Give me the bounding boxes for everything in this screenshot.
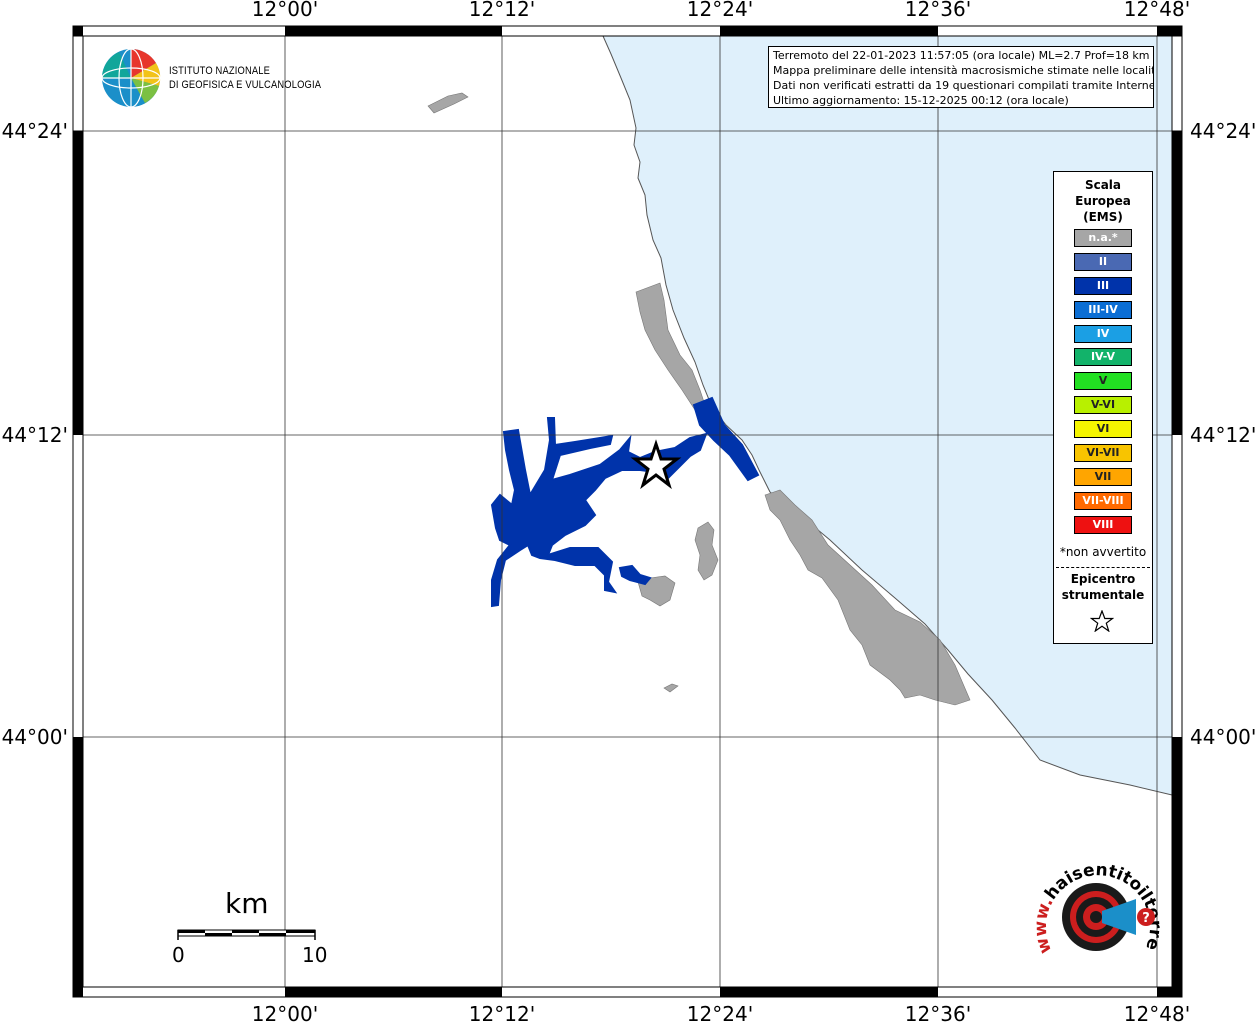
lon-tick: 12°12' — [469, 0, 535, 21]
legend-item: III — [1074, 276, 1132, 295]
lon-tick: 12°00' — [252, 1002, 318, 1024]
legend-item: II — [1074, 252, 1132, 271]
legend-epi-line2: strumentale — [1061, 588, 1145, 602]
legend-item: VI-VII — [1074, 444, 1132, 463]
legend-item: IV — [1074, 324, 1132, 343]
lon-tick: 12°48' — [1124, 1002, 1190, 1024]
logo-line1: ISTITUTO NAZIONALE — [169, 65, 271, 77]
legend-item: IV-V — [1074, 348, 1132, 367]
lat-tick: 44°12' — [1190, 423, 1255, 447]
legend-item: V — [1074, 372, 1132, 391]
lat-ticks-left: 44°24' 44°12' 44°00' — [2, 119, 68, 749]
lat-tick: 44°24' — [1190, 119, 1255, 143]
info-line4: Ultimo aggiornamento: 15-12-2025 00:12 (… — [773, 94, 1069, 107]
legend-note: *non avvertito — [1059, 545, 1147, 559]
lon-tick: 12°24' — [687, 0, 753, 21]
lon-ticks-top: 12°00' 12°12' 12°24' 12°36' 12°48' — [252, 0, 1190, 21]
legend-item: VII-VIII — [1074, 491, 1132, 510]
scale-min: 0 — [172, 943, 185, 967]
legend-star-icon — [1090, 610, 1114, 632]
lat-tick: 44°12' — [2, 423, 68, 447]
lon-tick: 12°36' — [905, 1002, 971, 1024]
legend-item: n.a.* — [1074, 229, 1132, 247]
ingv-logo-text: ISTITUTO NAZIONALE DI GEOFISICA E VULCAN… — [169, 64, 321, 92]
legend-title-line2: Europea — [1075, 194, 1131, 208]
scale-unit: km — [225, 887, 269, 920]
lon-tick: 12°00' — [252, 0, 318, 21]
info-line3: Dati non verificati estratti da 19 quest… — [773, 79, 1154, 92]
legend-title: Scala Europea (EMS) — [1054, 177, 1152, 225]
lon-tick: 12°36' — [905, 0, 971, 21]
legend-item: VIII — [1074, 515, 1132, 534]
info-line1: Terremoto del 22-01-2023 11:57:05 (ora l… — [773, 49, 1150, 62]
legend-title-line3: (EMS) — [1083, 210, 1123, 224]
lat-tick: 44°24' — [2, 119, 68, 143]
legend-divider — [1056, 567, 1150, 568]
legend-items: n.a.* II III III-IV IV IV-V V V-VI VI VI-VII VII VI… — [1074, 229, 1132, 540]
haisentito-brand-logo: www.haisentitoilterremoto.it ? — [1024, 855, 1164, 956]
legend-item: VI — [1074, 420, 1132, 439]
logo-line2: DI GEOFISICA E VULCANOLOGIA — [169, 79, 322, 91]
lon-tick: 12°24' — [687, 1002, 753, 1024]
ingv-globe-icon — [101, 48, 161, 108]
legend-epi-line1: Epicentro — [1070, 572, 1136, 586]
legend-epicenter-label: Epicentro strumentale — [1054, 571, 1152, 603]
lon-tick: 12°48' — [1124, 0, 1190, 21]
lon-tick: 12°12' — [469, 1002, 535, 1024]
scale-max: 10 — [302, 943, 328, 967]
legend-title-line1: Scala — [1084, 178, 1122, 192]
lat-ticks-right: 44°24' 44°12' 44°00' — [1190, 119, 1255, 749]
lon-ticks-bottom: 12°00' 12°12' 12°24' 12°36' 12°48' — [252, 1002, 1190, 1024]
svg-text:?: ? — [1142, 911, 1150, 926]
ems-legend: Scala Europea (EMS) n.a.* II III III-IV IV IV… — [1053, 171, 1153, 644]
lat-tick: 44°00' — [1190, 725, 1255, 749]
brand-prefix: www. — [1031, 894, 1058, 956]
legend-item: III-IV — [1074, 300, 1132, 319]
legend-item: VII — [1074, 467, 1132, 486]
info-line2: Mappa preliminare delle intensità macros… — [773, 64, 1154, 77]
earthquake-info-box: Terremoto del 22-01-2023 11:57:05 (ora l… — [768, 46, 1154, 108]
lat-tick: 44°00' — [2, 725, 68, 749]
legend-item: V-VI — [1074, 396, 1132, 415]
